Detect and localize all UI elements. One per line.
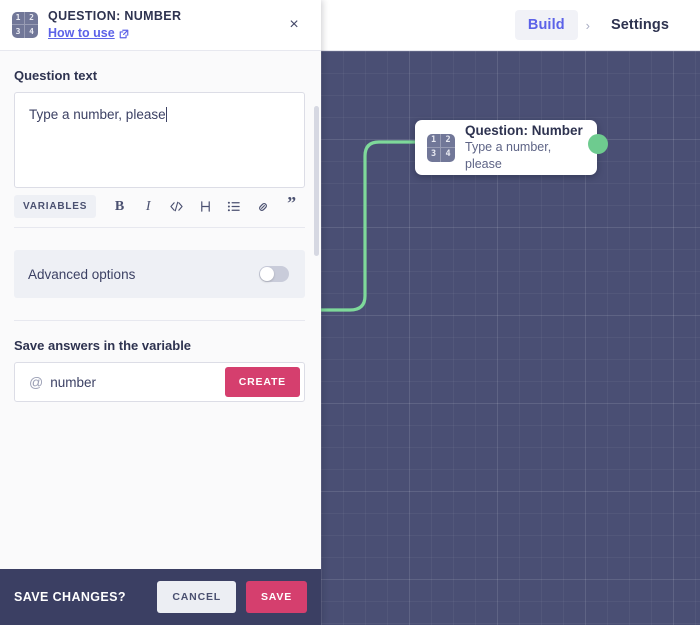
number-icon-digit-2: 2 <box>441 134 455 148</box>
variables-button[interactable]: VARIABLES <box>14 195 97 218</box>
italic-icon[interactable]: I <box>137 195 160 219</box>
advanced-options-row[interactable]: Advanced options <box>14 250 305 298</box>
number-icon-digit-3: 3 <box>427 147 441 162</box>
panel-header: 1 2 3 4 QUESTION: NUMBER How to use × <box>0 0 321 51</box>
at-symbol-icon: @ <box>29 374 44 390</box>
how-to-use-link[interactable]: How to use <box>48 25 129 42</box>
how-to-use-label: How to use <box>48 26 115 41</box>
question-text-value: Type a number, please <box>29 107 166 122</box>
create-variable-button[interactable]: CREATE <box>224 367 300 397</box>
save-changes-prompt: SAVE CHANGES? <box>14 590 126 604</box>
variable-input-row[interactable]: @ number CREATE <box>14 362 305 402</box>
variable-name-value: number <box>50 374 96 390</box>
toggle-knob <box>260 267 274 281</box>
list-icon[interactable] <box>223 195 246 219</box>
flow-node-question-number[interactable]: 1 2 3 4 Question: Number Type a number, … <box>415 120 597 175</box>
number-icon-digit-2: 2 <box>25 12 38 25</box>
tab-build[interactable]: Build <box>514 10 578 40</box>
node-settings-panel: 1 2 3 4 QUESTION: NUMBER How to use × Qu… <box>0 0 321 625</box>
node-subtitle: Type a number, please <box>465 140 552 172</box>
question-text-input[interactable]: Type a number, please <box>14 92 305 188</box>
quote-icon[interactable]: ” <box>280 194 303 219</box>
breadcrumb: Build › Settings <box>514 10 682 40</box>
close-icon[interactable]: × <box>281 12 307 38</box>
formatting-toolbar: VARIABLES B I ” <box>14 194 305 228</box>
save-changes-bar: SAVE CHANGES? CANCEL SAVE <box>0 569 321 625</box>
advanced-options-label: Advanced options <box>28 266 136 282</box>
top-header-bar: Build › Settings <box>321 0 700 51</box>
panel-title: QUESTION: NUMBER <box>48 8 182 23</box>
code-icon[interactable] <box>166 195 189 219</box>
number-icon-digit-4: 4 <box>29 26 34 36</box>
bold-icon[interactable]: B <box>108 195 131 219</box>
cancel-button[interactable]: CANCEL <box>157 581 236 613</box>
save-button[interactable]: SAVE <box>245 581 307 613</box>
node-title: Question: Number <box>465 122 583 138</box>
chevron-right-icon: › <box>585 17 590 33</box>
external-link-icon <box>119 29 129 39</box>
heading-icon[interactable] <box>194 195 217 219</box>
variable-label: Save answers in the variable <box>14 338 192 353</box>
panel-scrollbar[interactable] <box>314 106 319 256</box>
node-output-handle[interactable] <box>588 134 608 154</box>
number-icon-digit-3: 3 <box>12 25 25 38</box>
number-icon-digit-4: 4 <box>445 149 451 160</box>
text-cursor <box>165 107 167 122</box>
panel-body: Question text Type a number, please VARI… <box>0 51 321 569</box>
number-block-icon: 1 2 3 4 <box>427 133 455 162</box>
number-icon-digit-1: 1 <box>427 133 441 148</box>
advanced-options-toggle[interactable] <box>259 266 289 282</box>
number-icon-digit-1: 1 <box>12 12 25 25</box>
tab-settings[interactable]: Settings <box>598 10 682 40</box>
link-icon[interactable] <box>252 195 275 219</box>
number-block-icon: 1 2 3 4 <box>12 12 38 38</box>
question-text-label: Question text <box>14 68 98 83</box>
